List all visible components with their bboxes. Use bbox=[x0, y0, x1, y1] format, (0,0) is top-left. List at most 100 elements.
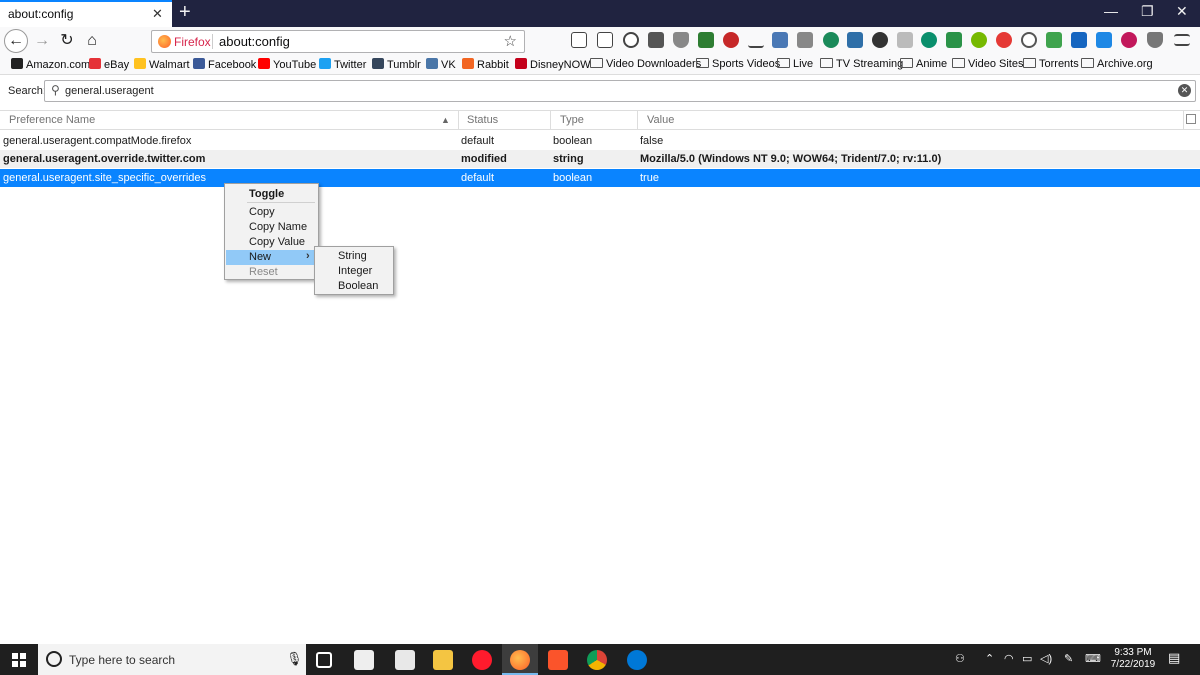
restore-button[interactable]: ❐ bbox=[1141, 3, 1154, 20]
column-type[interactable]: Type bbox=[560, 114, 584, 126]
extension-green-circle-icon[interactable] bbox=[823, 32, 839, 48]
url-bar[interactable]: Firefox about:config ☆ bbox=[151, 30, 525, 53]
table-row[interactable]: general.useragent.override.twitter.com m… bbox=[0, 150, 1200, 168]
url-input[interactable]: about:config bbox=[219, 34, 290, 49]
minimize-button[interactable]: — bbox=[1104, 3, 1118, 19]
table-row-selected[interactable]: general.useragent.site_specific_override… bbox=[0, 169, 1200, 187]
table-row[interactable]: general.useragent.compatMode.firefox def… bbox=[0, 132, 1200, 150]
bookmark-twitter[interactable]: Twitter bbox=[319, 58, 366, 71]
brave-icon[interactable] bbox=[548, 650, 568, 670]
mail-icon[interactable] bbox=[395, 650, 415, 670]
edge-icon[interactable] bbox=[627, 650, 647, 670]
close-tab-icon[interactable]: ✕ bbox=[152, 6, 163, 22]
menu-item-new[interactable]: New › bbox=[226, 250, 317, 265]
bookmark-folder-sports-videos[interactable]: Sports Videos bbox=[696, 58, 780, 70]
submenu-item-string[interactable]: String bbox=[316, 249, 392, 264]
bookmark-facebook[interactable]: Facebook bbox=[193, 58, 256, 71]
identity-label: Firefox bbox=[174, 35, 211, 49]
extension-red-icon[interactable] bbox=[723, 32, 739, 48]
extension-green-icon[interactable] bbox=[946, 32, 962, 48]
home-button[interactable]: ⌂ bbox=[81, 30, 103, 52]
search-value[interactable]: general.useragent bbox=[65, 85, 154, 97]
bookmark-walmart[interactable]: Walmart bbox=[134, 58, 190, 71]
network-icon[interactable]: ◠ bbox=[1004, 652, 1014, 665]
menu-item-copy-name[interactable]: Copy Name bbox=[226, 220, 317, 235]
bookmark-folder-live[interactable]: Live bbox=[777, 58, 813, 70]
bookmark-youtube[interactable]: YouTube bbox=[258, 58, 316, 71]
bookmark-folder-tv-streaming[interactable]: TV Streaming bbox=[820, 58, 903, 70]
close-window-button[interactable]: ✕ bbox=[1176, 3, 1188, 20]
config-search-input[interactable]: ⚲ general.useragent ✕ bbox=[44, 80, 1196, 102]
extension-pink-icon[interactable] bbox=[1121, 32, 1137, 48]
library-icon[interactable] bbox=[571, 32, 587, 48]
power-icon[interactable] bbox=[1021, 32, 1037, 48]
music-note-icon[interactable] bbox=[897, 32, 913, 48]
column-preference-name[interactable]: Preference Name bbox=[9, 114, 95, 126]
menu-item-copy[interactable]: Copy bbox=[226, 205, 317, 220]
people-icon[interactable]: ⚇ bbox=[955, 652, 965, 665]
bookmark-rabbit[interactable]: Rabbit bbox=[462, 58, 509, 71]
task-view-icon[interactable] bbox=[316, 652, 332, 668]
extension-badge-icon[interactable] bbox=[698, 32, 714, 48]
extension-grid-icon[interactable] bbox=[797, 32, 813, 48]
chrome-icon[interactable] bbox=[587, 650, 607, 670]
download-icon[interactable] bbox=[748, 32, 764, 48]
extension-square-icon[interactable] bbox=[1046, 32, 1062, 48]
column-value[interactable]: Value bbox=[647, 114, 674, 126]
taskbar-search-box[interactable]: Type here to search 🎙 bbox=[38, 644, 306, 675]
bookmark-folder-archive-org[interactable]: Archive.org bbox=[1081, 58, 1153, 70]
bookmark-ebay[interactable]: eBay bbox=[89, 58, 129, 71]
extension-blue-icon[interactable] bbox=[847, 32, 863, 48]
column-status[interactable]: Status bbox=[467, 114, 498, 126]
extension-red-circle-icon[interactable] bbox=[996, 32, 1012, 48]
back-button[interactable]: ← bbox=[4, 29, 28, 53]
keyboard-icon[interactable]: ⌨ bbox=[1085, 652, 1101, 665]
menu-item-copy-value[interactable]: Copy Value bbox=[226, 235, 317, 250]
puzzle-icon[interactable] bbox=[648, 32, 664, 48]
extension-ss-icon[interactable] bbox=[772, 32, 788, 48]
account-icon[interactable] bbox=[623, 32, 639, 48]
opera-icon[interactable] bbox=[472, 650, 492, 670]
code-icon[interactable] bbox=[1071, 32, 1087, 48]
firefox-taskbar-icon[interactable] bbox=[510, 650, 530, 670]
bookmark-star-icon[interactable]: ☆ bbox=[504, 32, 517, 50]
bookmark-disneynow[interactable]: DisneyNOW bbox=[515, 58, 591, 71]
bookmark-vk[interactable]: VK bbox=[426, 58, 456, 71]
column-divider[interactable] bbox=[550, 111, 551, 129]
bookmark-folder-video-sites[interactable]: Video Sites bbox=[952, 58, 1023, 70]
microphone-icon[interactable]: 🎙 bbox=[286, 651, 303, 667]
reload-button[interactable]: ↻ bbox=[56, 30, 78, 52]
clock[interactable]: 9:33 PM 7/22/2019 bbox=[1108, 647, 1158, 671]
extension-eye-icon[interactable] bbox=[971, 32, 987, 48]
windows-start-icon[interactable] bbox=[12, 653, 26, 667]
submenu-item-integer[interactable]: Integer bbox=[316, 264, 392, 279]
extension-dark-icon[interactable] bbox=[872, 32, 888, 48]
bookmark-tumblr[interactable]: Tumblr bbox=[372, 58, 421, 71]
column-divider[interactable] bbox=[637, 111, 638, 129]
new-tab-button[interactable]: + bbox=[179, 1, 191, 24]
battery-icon[interactable]: ▭ bbox=[1022, 652, 1032, 665]
forward-button[interactable]: → bbox=[31, 30, 53, 52]
menu-item-toggle[interactable]: Toggle bbox=[226, 187, 317, 202]
menu-icon[interactable] bbox=[1174, 34, 1190, 46]
shield-icon[interactable] bbox=[673, 32, 689, 48]
bookmark-folder-torrents[interactable]: Torrents bbox=[1023, 58, 1079, 70]
tab-about-config[interactable]: about:config ✕ bbox=[0, 0, 172, 27]
tray-chevron-icon[interactable]: ⌃ bbox=[985, 652, 994, 665]
column-divider[interactable] bbox=[458, 111, 459, 129]
volume-icon[interactable]: ◁) bbox=[1040, 652, 1052, 665]
shield-outline-icon[interactable] bbox=[1147, 32, 1163, 48]
extension-teal-icon[interactable] bbox=[921, 32, 937, 48]
pen-icon[interactable]: ✎ bbox=[1064, 652, 1073, 665]
submenu-item-boolean[interactable]: Boolean bbox=[316, 279, 392, 294]
notifications-icon[interactable]: ▤ bbox=[1168, 650, 1180, 666]
bookmark-folder-anime[interactable]: Anime bbox=[900, 58, 947, 70]
sidebar-icon[interactable] bbox=[597, 32, 613, 48]
store-icon[interactable] bbox=[354, 650, 374, 670]
clear-search-icon[interactable]: ✕ bbox=[1178, 84, 1191, 97]
bookmark-folder-video-downloaders[interactable]: Video Downloaders bbox=[590, 58, 701, 70]
file-explorer-icon[interactable] bbox=[433, 650, 453, 670]
column-picker-icon[interactable] bbox=[1186, 114, 1196, 124]
bookmark-amazon[interactable]: Amazon.com bbox=[11, 58, 90, 71]
extension-s-icon[interactable] bbox=[1096, 32, 1112, 48]
